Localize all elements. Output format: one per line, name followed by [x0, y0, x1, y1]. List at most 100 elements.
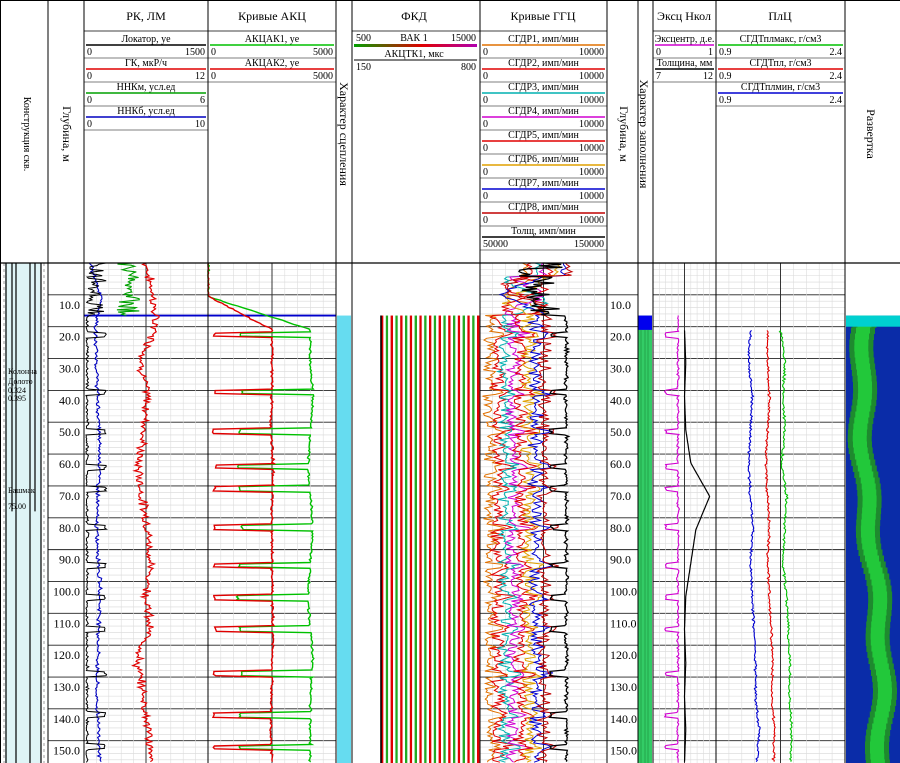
depth-tick-right: 10.0	[610, 298, 631, 312]
curve-head-rk-3-max: 6	[200, 95, 205, 106]
curve-head-exc-1-min: 0	[656, 47, 661, 58]
depth-tick-left: 30.0	[59, 362, 80, 376]
curve-head-akc-2-max: 5000	[313, 71, 333, 82]
curve-head-fkd-1-line	[354, 44, 477, 47]
depth-tick-left: 20.0	[59, 330, 80, 344]
depth-tick-right: 80.0	[610, 521, 631, 535]
curve-head-ggc-7-label: СГДР7, имп/мин	[508, 178, 579, 189]
curve-head-rk-2-min: 0	[87, 71, 92, 82]
curve-head-ggc-2-label: СГДР2, имп/мин	[508, 58, 579, 69]
depth-tick-right: 150.0	[610, 744, 637, 758]
akc-title: Кривые АКЦ	[238, 9, 306, 23]
depth-tick-right: 120.0	[610, 648, 637, 662]
depth-tick-right: 20.0	[610, 330, 631, 344]
depth-tick-left: 80.0	[59, 521, 80, 535]
depth-tick-left: 90.0	[59, 553, 80, 567]
curve-head-ggc-8-min: 0	[483, 215, 488, 226]
curve-head-ggc-8-max: 10000	[579, 215, 604, 226]
curve-head-rk-3-label: ННКм, усл.ед	[117, 82, 176, 93]
depth-right-title: Глубина, м	[617, 106, 631, 162]
curve-head-rk-1-label: Локатор, ye	[121, 34, 171, 45]
curve-head-plc-2-min: 0.9	[719, 71, 732, 82]
construction-note: 0.395	[8, 394, 26, 403]
curve-head-exc-1-label: Эксцентр, д.е.	[655, 34, 715, 45]
curve-head-plc-3-min: 0.9	[719, 95, 732, 106]
curve-head-ggc-3-max: 10000	[579, 95, 604, 106]
curve-head-fkd-2-min: 150	[356, 62, 371, 73]
curve-head-rk-1-min: 0	[87, 47, 92, 58]
curve-head-fkd-1-label: ВАК 1	[400, 33, 427, 44]
curve-head-plc-3-label: СГДТплмин, г/см3	[741, 82, 820, 93]
curve-head-rk-4-label: ННКб, усл.ед	[117, 106, 175, 117]
curve-head-ggc-6-label: СГДР6, имп/мин	[508, 154, 579, 165]
depth-tick-left: 40.0	[59, 393, 80, 407]
depth-tick-right: 130.0	[610, 680, 637, 694]
curve-head-akc-2-label: АКЦАК2, ye	[245, 58, 300, 69]
depth-tick-left: 10.0	[59, 298, 80, 312]
curve-head-ggc-3-label: СГДР3, имп/мин	[508, 82, 579, 93]
curve-head-ggc-8-label: СГДР8, имп/мин	[508, 202, 579, 213]
depth-tick-right: 60.0	[610, 457, 631, 471]
depth-left-title: Глубина, м	[60, 106, 74, 162]
construction-note: Колонна	[8, 367, 37, 376]
curve-head-plc-3-max: 2.4	[830, 95, 843, 106]
curve-head-ggc-6-min: 0	[483, 167, 488, 178]
plc-title: ПлЦ	[768, 9, 792, 23]
depth-tick-left: 110.0	[53, 616, 80, 630]
curve-head-ggc-6-max: 10000	[579, 167, 604, 178]
curve-head-plc-1-min: 0.9	[719, 47, 732, 58]
curve-head-fkd-2-max: 800	[461, 62, 476, 73]
depth-tick-right: 40.0	[610, 393, 631, 407]
depth-tick-right: 70.0	[610, 489, 631, 503]
curve-head-ggc-3-min: 0	[483, 95, 488, 106]
coupling-fill	[337, 315, 351, 763]
curve-head-ggc-4-min: 0	[483, 119, 488, 130]
curve-head-rk-1-max: 1500	[185, 47, 205, 58]
curve-head-akc-1-label: АКЦАК1, ye	[245, 34, 300, 45]
fkd-title: ФКД	[401, 9, 427, 23]
curve-head-ggc-1-label: СГДР1, имп/мин	[508, 34, 579, 45]
sweep-title: Развертка	[864, 109, 878, 159]
curve-head-plc-2-max: 2.4	[830, 71, 843, 82]
construction-title: Конструкция скв.	[21, 97, 32, 172]
curve-head-exc-2-label: Толщина, мм	[657, 58, 713, 69]
depth-tick-left: 50.0	[59, 425, 80, 439]
depth-tick-left: 60.0	[59, 457, 80, 471]
curve-head-rk-3-min: 0	[87, 95, 92, 106]
curve-head-plc-1-max: 2.4	[830, 47, 843, 58]
ggc-title: Кривые ГГЦ	[510, 9, 575, 23]
curve-head-ggc-5-min: 0	[483, 143, 488, 154]
fill-title: Характер заполнения	[637, 80, 651, 189]
curve-head-plc-1-label: СГДТплмакс, г/см3	[740, 34, 822, 45]
depth-tick-right: 100.0	[610, 584, 637, 598]
curve-head-fkd-1-max: 15000	[451, 33, 476, 44]
depth-tick-right: 140.0	[610, 712, 637, 726]
curve-head-exc-1-max: 1	[708, 47, 713, 58]
curve-head-ggc-7-max: 10000	[579, 191, 604, 202]
curve-head-rk-2-max: 12	[195, 71, 205, 82]
curve-head-akc-2-min: 0	[211, 71, 216, 82]
exc-title: Эксц Нкол	[657, 9, 711, 23]
curve-head-ggc-7-min: 0	[483, 191, 488, 202]
curve-head-fkd-1-min: 500	[356, 33, 371, 44]
coupling-title: Характер сцепления	[337, 82, 351, 186]
curve-head-ggc-9-min: 50000	[483, 239, 508, 250]
curve-head-ggc-4-label: СГДР4, имп/мин	[508, 106, 579, 117]
curve-head-plc-2-label: СГДТпл, г/см3	[749, 58, 811, 69]
depth-tick-right: 50.0	[610, 425, 631, 439]
well-log-chart: Конструкция скв. Глубина, м Характер сце…	[0, 0, 900, 763]
curve-head-akc-1-min: 0	[211, 47, 216, 58]
construction-note: Долото	[8, 377, 33, 386]
depth-tick-left: 70.0	[59, 489, 80, 503]
depth-tick-left: 120.0	[53, 648, 80, 662]
curve-head-rk-4-min: 0	[87, 119, 92, 130]
curve-head-ggc-5-max: 10000	[579, 143, 604, 154]
curve-head-ggc-2-min: 0	[483, 71, 488, 82]
depth-tick-right: 30.0	[610, 362, 631, 376]
curve-head-ggc-2-max: 10000	[579, 71, 604, 82]
curve-head-rk-4-max: 10	[195, 119, 205, 130]
construction-note: 75.00	[8, 502, 26, 511]
depth-tick-left: 140.0	[53, 712, 80, 726]
depth-tick-right: 110.0	[610, 616, 637, 630]
curve-head-fkd-2-label: АКЦТК1, мкс	[384, 49, 444, 60]
